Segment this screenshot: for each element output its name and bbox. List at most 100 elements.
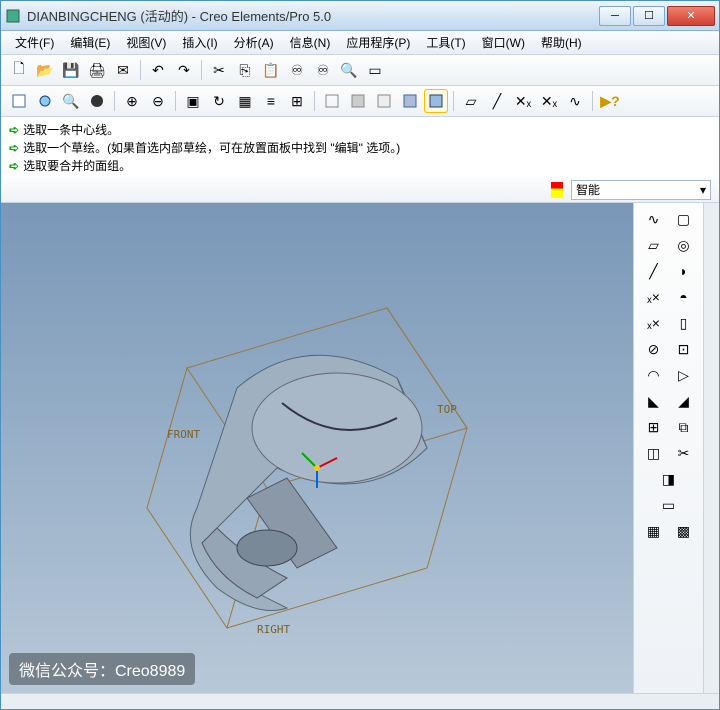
trim-icon[interactable]: ✂ (670, 441, 698, 465)
undo-icon[interactable]: ↶ (146, 58, 170, 82)
style-icon[interactable]: ▯ (670, 311, 698, 335)
zoom-out-icon[interactable]: ⊖ (146, 89, 170, 113)
toolbar-row-2: 🔍 ⊕ ⊖ ▣ ↻ ▦ ≡ ⊞ ▱ ╱ ✕ₓ ✕ₓ ∿ ▶? (1, 86, 719, 117)
point-icon[interactable]: ₓ× (640, 285, 668, 309)
menu-view[interactable]: 视图(V) (118, 31, 174, 54)
menu-window[interactable]: 窗口(W) (474, 31, 533, 54)
menu-help[interactable]: 帮助(H) (533, 31, 590, 54)
annot-icon[interactable]: ∿ (563, 89, 587, 113)
close-button[interactable]: ✕ (667, 6, 715, 26)
filter-select[interactable]: 智能 ▾ (571, 180, 711, 200)
thicken-icon[interactable]: ▦ (640, 519, 668, 543)
titlebar: DIANBINGCHENG (活动的) - Creo Elements/Pro … (1, 1, 719, 31)
draft-icon[interactable]: ◢ (670, 389, 698, 413)
scrollbar-horizontal[interactable] (1, 693, 719, 709)
datum-plane-icon[interactable]: ▱ (459, 89, 483, 113)
separator (314, 91, 315, 111)
shading-icon[interactable] (398, 89, 422, 113)
menu-tools[interactable]: 工具(T) (418, 31, 473, 54)
zoom-in-icon[interactable]: ⊕ (120, 89, 144, 113)
separator (175, 91, 176, 111)
menu-edit[interactable]: 编辑(E) (62, 31, 118, 54)
print-icon[interactable]: 🖨 (85, 58, 109, 82)
menu-info[interactable]: 信息(N) (282, 31, 339, 54)
merge-icon[interactable]: ◫ (640, 441, 668, 465)
layer-icon[interactable] (7, 89, 31, 113)
sweep-icon[interactable]: ◗ (670, 259, 698, 283)
orient-icon[interactable]: ↻ (207, 89, 231, 113)
watermark-text: 微信公众号：Creo8989 (9, 653, 195, 685)
menu-app[interactable]: 应用程序(P) (338, 31, 418, 54)
sketch-icon[interactable]: ∿ (640, 207, 668, 231)
refit-icon[interactable]: ▣ (181, 89, 205, 113)
minimize-button[interactable]: ─ (599, 6, 631, 26)
separator (592, 91, 593, 111)
viewport-3d[interactable]: FRONT TOP RIGHT 微信公众号：Creo8989 (1, 203, 633, 693)
wireframe-icon[interactable] (320, 89, 344, 113)
help-icon[interactable]: ▶? (598, 89, 622, 113)
extend-icon[interactable]: ◨ (655, 467, 683, 491)
layers-icon[interactable]: ≡ (259, 89, 283, 113)
scrollbar-vertical[interactable] (703, 203, 719, 693)
shading-edges-icon[interactable] (424, 89, 448, 113)
rib-icon[interactable]: ▷ (670, 363, 698, 387)
regen2-icon[interactable]: ♾ (311, 58, 335, 82)
copy-icon[interactable]: ⎘ (233, 58, 257, 82)
separator (140, 60, 141, 80)
menu-file[interactable]: 文件(F) (7, 31, 62, 54)
shell-icon[interactable]: ⊡ (670, 337, 698, 361)
paste-icon[interactable]: 📋 (259, 58, 283, 82)
open-icon[interactable]: 📂 (33, 58, 57, 82)
maximize-button[interactable]: ☐ (633, 6, 665, 26)
csys-icon[interactable]: ₓ× (640, 311, 668, 335)
arrow-icon: ➪ (9, 121, 19, 139)
plane-icon[interactable]: ▱ (640, 233, 668, 257)
solidify-icon[interactable]: ▩ (670, 519, 698, 543)
new-icon[interactable]: 🗋 (7, 58, 31, 82)
arrow-icon: ➪ (9, 157, 19, 175)
hole-icon[interactable]: ⊘ (640, 337, 668, 361)
zoom-icon[interactable]: 🔍 (59, 89, 83, 113)
mirror-icon[interactable]: ⧉ (670, 415, 698, 439)
shade-icon[interactable] (85, 89, 109, 113)
saved-view-icon[interactable]: ▦ (233, 89, 257, 113)
datum-top-label: TOP (437, 403, 457, 416)
model-tree-icon[interactable]: ⊞ (285, 89, 309, 113)
message-line: 选取一条中心线。 (23, 121, 119, 139)
select-icon[interactable]: ▭ (363, 58, 387, 82)
datum-point-icon[interactable]: ✕ₓ (511, 89, 535, 113)
status-light-icon (551, 182, 563, 198)
blend-icon[interactable]: ◓ (670, 285, 698, 309)
separator (114, 91, 115, 111)
hidden-icon[interactable] (346, 89, 370, 113)
datum-axis-icon[interactable]: ╱ (485, 89, 509, 113)
toolbar-row-1: 🗋 📂 💾 🖨 ✉ ↶ ↷ ✂ ⎘ 📋 ♾ ♾ 🔍 ▭ (1, 55, 719, 86)
offset-icon[interactable]: ▭ (655, 493, 683, 517)
menu-insert[interactable]: 插入(I) (174, 31, 225, 54)
extrude-icon[interactable]: ▢ (670, 207, 698, 231)
round-icon[interactable]: ◠ (640, 363, 668, 387)
find-icon[interactable]: 🔍 (337, 58, 361, 82)
mail-icon[interactable]: ✉ (111, 58, 135, 82)
window-title: DIANBINGCHENG (活动的) - Creo Elements/Pro … (27, 6, 597, 25)
view-icon[interactable] (33, 89, 57, 113)
save-icon[interactable]: 💾 (59, 58, 83, 82)
cut-icon[interactable]: ✂ (207, 58, 231, 82)
pattern-icon[interactable]: ⊞ (640, 415, 668, 439)
revolve-icon[interactable]: ◎ (670, 233, 698, 257)
chevron-down-icon: ▾ (700, 183, 706, 197)
filter-bar: 智能 ▾ (1, 177, 719, 203)
datum-front-label: FRONT (167, 428, 200, 441)
filter-value: 智能 (576, 181, 600, 198)
menubar: 文件(F) 编辑(E) 视图(V) 插入(I) 分析(A) 信息(N) 应用程序… (1, 31, 719, 55)
redo-icon[interactable]: ↷ (172, 58, 196, 82)
nohidden-icon[interactable] (372, 89, 396, 113)
chamfer-icon[interactable]: ◣ (640, 389, 668, 413)
menu-analysis[interactable]: 分析(A) (226, 31, 282, 54)
datum-csys-icon[interactable]: ✕ₓ (537, 89, 561, 113)
message-area: ➪选取一条中心线。 ➪选取一个草绘。(如果首选内部草绘，可在放置面板中找到 "编… (1, 117, 719, 177)
arrow-icon: ➪ (9, 139, 19, 157)
regen-icon[interactable]: ♾ (285, 58, 309, 82)
message-line: 选取要合并的面组。 (23, 157, 131, 175)
axis-icon[interactable]: ╱ (640, 259, 668, 283)
